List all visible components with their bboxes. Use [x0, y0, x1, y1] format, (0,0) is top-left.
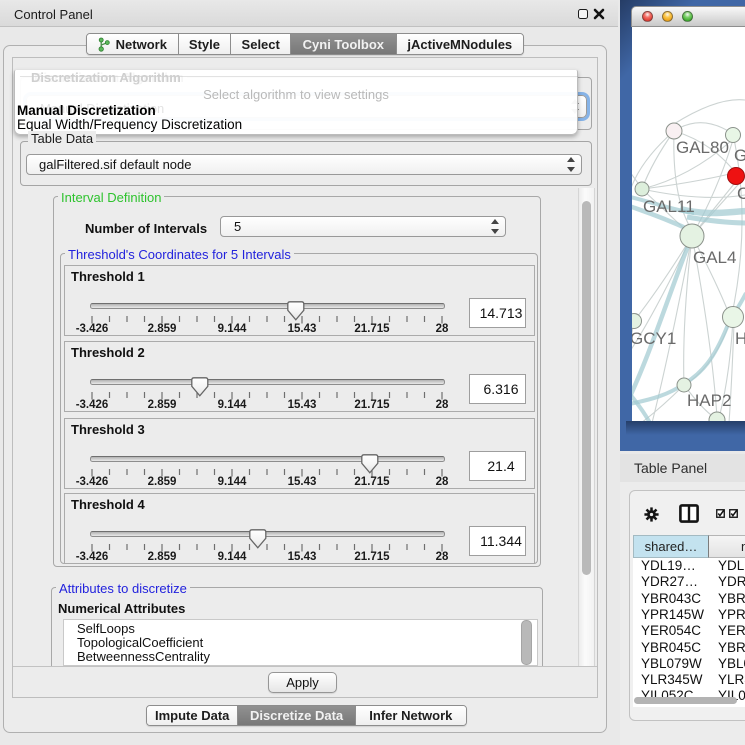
svg-text:GAL11: GAL11	[643, 197, 695, 216]
svg-text:GCY1: GCY1	[632, 329, 676, 348]
svg-text:HAP2: HAP2	[687, 391, 731, 410]
svg-text:C: C	[737, 184, 745, 203]
svg-text:GAL80: GAL80	[676, 138, 729, 157]
svg-text:GA: GA	[734, 146, 745, 165]
svg-text:H: H	[735, 329, 745, 348]
svg-text:GAL4: GAL4	[693, 248, 736, 267]
